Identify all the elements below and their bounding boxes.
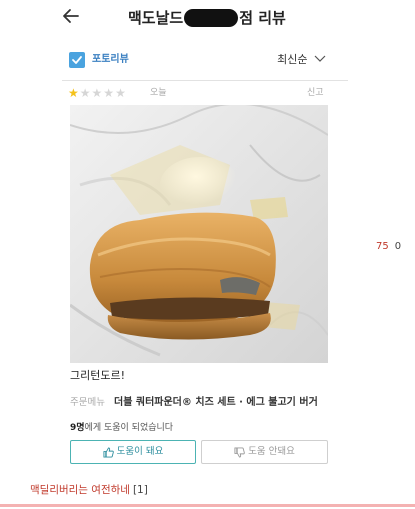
order-menu-label: 주문메뉴 — [70, 397, 105, 408]
helpful-count: 9명에게 도움이 되었습니다 — [70, 422, 173, 434]
review-body: 그리턴도르! — [70, 369, 126, 382]
star-icon: ★ — [79, 86, 92, 100]
post-comment[interactable]: 맥딜리버리는 여전하네 [1] — [30, 483, 148, 497]
star-icon: ★ — [103, 86, 116, 100]
star-icon: ★ — [115, 86, 127, 100]
helpful-count-suffix: 에게 도움이 되었습니다 — [84, 423, 174, 433]
report-link[interactable]: 신고 — [307, 87, 324, 99]
helpful-no-button[interactable]: 도움 안돼요 — [201, 440, 328, 464]
helpful-no-label: 도움 안돼요 — [248, 446, 295, 457]
helpful-yes-label: 도움이 돼요 — [116, 446, 164, 457]
helpful-yes-button[interactable]: 도움이 돼요 — [70, 440, 196, 464]
sort-label: 최신순 — [277, 53, 308, 66]
sort-dropdown[interactable]: 최신순 — [277, 51, 326, 69]
photo-review-checkbox[interactable] — [69, 52, 85, 68]
check-icon — [72, 56, 82, 64]
post-comment-count: [1] — [132, 484, 148, 496]
title-suffix: 점 리뷰 — [239, 9, 286, 27]
burger-photo-illustration — [70, 105, 328, 363]
star-icon: ★ — [68, 86, 80, 100]
post-stats: 75 0 — [376, 241, 401, 253]
divider — [62, 80, 348, 81]
redaction-mark — [184, 9, 239, 27]
view-count: 75 — [376, 241, 389, 252]
chevron-down-icon — [314, 55, 326, 62]
photo-review-label[interactable]: 포토리뷰 — [92, 51, 129, 69]
star-rating: ★★★★★ — [68, 86, 127, 100]
review-photo[interactable] — [70, 105, 328, 363]
filter-bar: 포토리뷰 최신순 — [62, 46, 348, 74]
page-title: 맥도날드 점 리뷰 — [128, 6, 286, 30]
back-button[interactable] — [62, 6, 86, 30]
header: 맥도날드 점 리뷰 — [0, 0, 415, 38]
title-prefix: 맥도날드 — [128, 9, 184, 27]
helpful-count-number: 9명 — [70, 423, 85, 433]
post-comment-text: 맥딜리버리는 여전하네 — [30, 484, 130, 496]
divider — [0, 504, 415, 507]
thumbs-up-icon — [103, 446, 114, 458]
review-page: 맥도날드 점 리뷰 포토리뷰 최신순 ★★★★★ 오늘 신고 75 0 그리턴도… — [0, 0, 415, 509]
comment-count: 0 — [394, 241, 402, 252]
order-menu-items: 더블 쿼터파운더® 치즈 세트 · 에그 불고기 버거 — [114, 397, 318, 408]
review-date: 오늘 — [150, 88, 167, 98]
arrow-left-icon — [63, 9, 79, 23]
thumbs-down-icon — [234, 446, 245, 458]
star-icon: ★ — [91, 86, 104, 100]
